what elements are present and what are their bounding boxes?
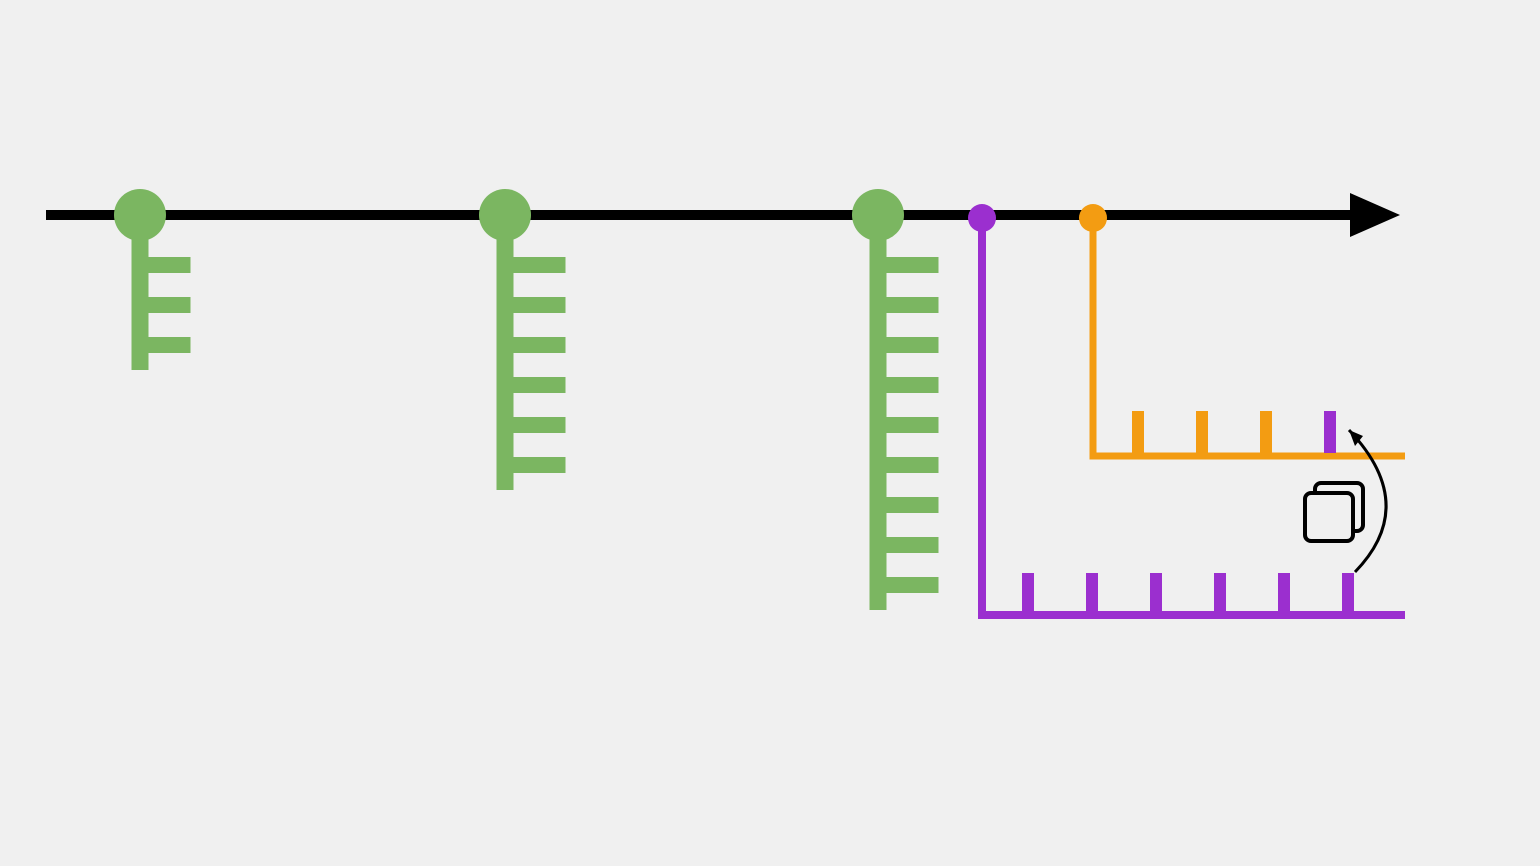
green-tick <box>149 337 191 353</box>
green-tick <box>514 337 566 353</box>
purple-tick <box>1278 573 1290 611</box>
purple-node-dot <box>968 204 996 232</box>
green-tick <box>887 497 939 513</box>
purple-branch <box>968 204 1405 615</box>
purple-tick <box>1022 573 1034 611</box>
copy-icon <box>1305 483 1363 541</box>
green-tick <box>887 417 939 433</box>
purple-tick <box>1214 573 1226 611</box>
green-tick <box>514 377 566 393</box>
green-tick <box>887 577 939 593</box>
orange-tick <box>1260 411 1272 453</box>
green-stem <box>870 215 887 610</box>
purple-tick <box>1342 573 1354 611</box>
purple-tick <box>1150 573 1162 611</box>
green-tick <box>514 257 566 273</box>
green-tick <box>149 257 191 273</box>
green-tick <box>887 257 939 273</box>
green-node-dot <box>114 189 166 241</box>
green-node-2 <box>852 189 939 610</box>
timeline-arrowhead <box>1350 193 1400 237</box>
green-tick <box>514 457 566 473</box>
green-tick <box>887 377 939 393</box>
diagram-svg <box>0 0 1540 866</box>
orange-tick <box>1132 411 1144 453</box>
orange-branch <box>1079 204 1405 456</box>
green-tick <box>887 537 939 553</box>
green-tick <box>887 297 939 313</box>
green-node-dot <box>852 189 904 241</box>
green-node-dot <box>479 189 531 241</box>
green-tick <box>887 457 939 473</box>
green-tick <box>514 297 566 313</box>
orange-node-dot <box>1079 204 1107 232</box>
purple-tick <box>1086 573 1098 611</box>
green-tick <box>514 417 566 433</box>
diagram-canvas <box>0 0 1540 866</box>
green-node-1 <box>479 189 566 490</box>
copied-purple-tick <box>1324 411 1336 453</box>
orange-tick <box>1196 411 1208 453</box>
purple-branch-path <box>982 218 1405 615</box>
green-tick <box>149 297 191 313</box>
green-stem <box>497 215 514 490</box>
green-tick <box>887 337 939 353</box>
copy-icon-front <box>1305 493 1353 541</box>
